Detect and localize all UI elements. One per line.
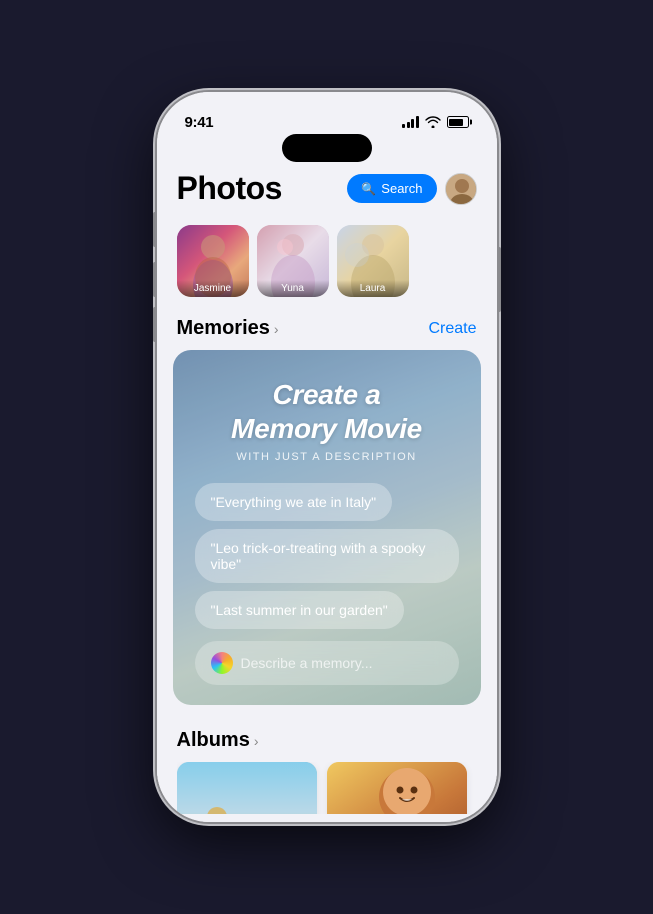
album-card-test[interactable]: Test 159 [327,762,467,814]
person-label-bar-jasmine: Jasmine [177,280,249,297]
wifi-icon [425,116,441,128]
memory-suggestions: "Everything we ate in Italy" "Leo trick-… [195,483,459,685]
album-thumb-seaside [177,762,317,814]
person-name-laura: Laura [341,283,405,294]
albums-section-header: Albums › [177,721,477,762]
status-icons [402,116,469,128]
battery-icon [447,116,469,128]
suggestion-pill-3[interactable]: "Last summer in our garden" [195,591,404,629]
avatar[interactable] [445,173,477,205]
memory-title: Create a Memory Movie [195,378,459,445]
person-label-bar-laura: Laura [337,280,409,297]
album-thumb-test [327,762,467,814]
person-name-jasmine: Jasmine [181,283,245,294]
person-item[interactable]: Laura [337,225,409,297]
page-title: Photos [177,170,282,207]
describe-placeholder: Describe a memory... [241,655,373,671]
person-item[interactable]: Jasmine [177,225,249,297]
scroll-content[interactable]: Photos 🔍 Search [157,162,497,814]
memories-chevron-icon: › [274,321,279,337]
person-name-yuna: Yuna [261,283,325,294]
memories-create-button[interactable]: Create [428,320,476,338]
suggestion-pill-2[interactable]: "Leo trick-or-treating with a spooky vib… [195,529,459,583]
header-actions: 🔍 Search [347,173,476,205]
search-label: Search [381,181,422,196]
status-time: 9:41 [185,114,214,131]
person-label-bar-yuna: Yuna [257,280,329,297]
status-bar: 9:41 [157,92,497,140]
memory-subtitle: WITH JUST A DESCRIPTION [195,451,459,463]
describe-memory-input[interactable]: Describe a memory... [195,641,459,685]
search-icon: 🔍 [361,182,376,196]
dynamic-island [282,134,372,162]
photos-header: Photos 🔍 Search [157,162,497,225]
memory-heading: Create a Memory Movie WITH JUST A DESCRI… [195,378,459,463]
suggestion-pill-1[interactable]: "Everything we ate in Italy" [195,483,393,521]
memories-section-header: Memories › Create [157,309,497,350]
memories-title[interactable]: Memories › [177,317,279,340]
signal-bars-icon [402,116,419,128]
person-photo-jasmine[interactable]: Jasmine [177,225,249,297]
albums-row[interactable]: Seaside idyll 63 [177,762,477,814]
person-item[interactable]: Yuna [257,225,329,297]
person-photo-laura[interactable]: Laura [337,225,409,297]
people-row[interactable]: Jasmine [157,225,497,309]
albums-title[interactable]: Albums › [177,729,259,752]
ai-icon [211,652,233,674]
memory-card[interactable]: Create a Memory Movie WITH JUST A DESCRI… [173,350,481,705]
person-photo-yuna[interactable]: Yuna [257,225,329,297]
albums-section: Albums › [157,705,497,814]
search-button[interactable]: 🔍 Search [347,174,436,203]
albums-chevron-icon: › [254,733,259,749]
album-card-seaside[interactable]: Seaside idyll 63 [177,762,317,814]
